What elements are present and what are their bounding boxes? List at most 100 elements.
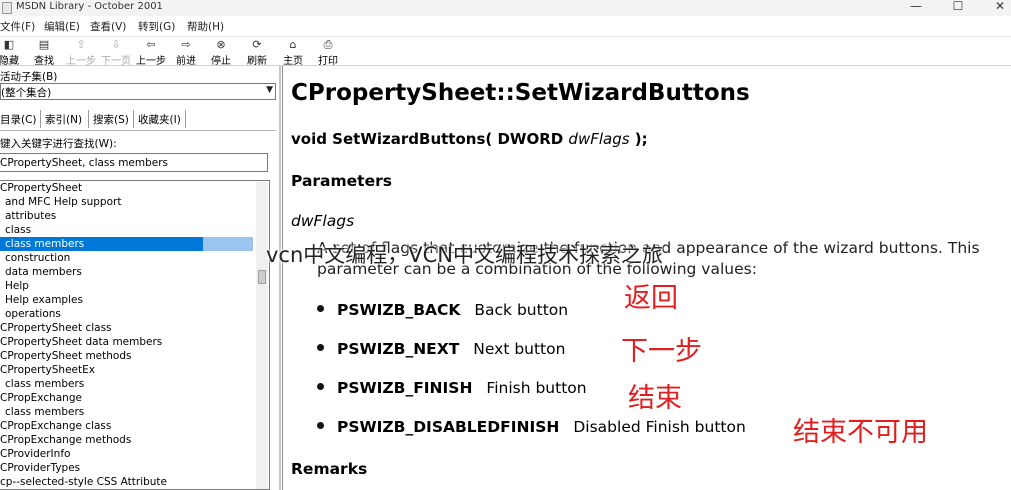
page-title: CPropertySheet::SetWizardButtons (291, 80, 750, 106)
flag-name: PSWIZB_BACK (337, 301, 461, 319)
list-item[interactable]: CPropertySheetEx (0, 363, 269, 377)
keyword-input[interactable] (0, 155, 262, 170)
function-signature: void SetWizardButtons( DWORD dwFlags ); (291, 130, 648, 148)
toolbar: ◧ 隐藏 ▤ 查找 ⇧ 上一步 ⇩ 下一页 ⇦ 上一步 ⇨ 前进 ⊗ 停止 ⟳ … (0, 37, 1011, 68)
list-item[interactable]: operations (0, 307, 269, 321)
annotation-disabled-finish: 结束不可用 (793, 417, 928, 448)
keyword-field (0, 153, 268, 172)
menu-edit[interactable]: 编辑(E) (44, 19, 80, 34)
hide-icon: ◧ (3, 38, 15, 51)
print-button[interactable]: ⎙ 打印 (313, 38, 343, 68)
flag-desc: Finish button (486, 379, 587, 397)
list-item[interactable]: CPropertySheet (0, 181, 269, 195)
keyword-label: 键入关键字进行查找(W): (0, 138, 117, 150)
next-topic-button[interactable]: ⇩ 下一页 (101, 38, 131, 68)
flag-desc: Disabled Finish button (573, 418, 746, 436)
flag-item: PSWIZB_NEXT Next button (317, 340, 565, 358)
forward-icon: ⇨ (181, 38, 191, 51)
parameters-heading: Parameters (291, 172, 392, 190)
watermark-text: vcn中文编程，VCN中文编程技术探索之旅 (266, 243, 664, 267)
tab-search[interactable]: 搜索(S) (91, 111, 131, 128)
flag-item: PSWIZB_BACK Back button (317, 301, 568, 319)
active-subset-label: 活动子集(B) (0, 71, 58, 83)
stop-icon: ⊗ (216, 38, 226, 51)
menu-file[interactable]: 文件(F) (0, 19, 35, 34)
tab-contents[interactable]: 目录(C) (0, 111, 39, 128)
close-button[interactable]: ✕ (990, 0, 1010, 13)
active-subset-value: (整个集合) (1, 87, 52, 99)
list-item[interactable]: Help (0, 279, 269, 293)
tab-separator (185, 110, 186, 128)
navigation-pane: 活动子集(B) (整个集合) ▼ 目录(C) 索引(N) 搜索(S) 收藏夹(I… (0, 66, 278, 490)
list-item[interactable]: CPropertySheet class (0, 321, 269, 335)
title-bar: MSDN Library - October 2001 — ☐ ✕ (0, 0, 1011, 16)
app-icon (2, 2, 12, 14)
annotation-finish: 结束 (628, 383, 682, 414)
list-item[interactable]: CPropExchange class (0, 419, 269, 433)
flag-item: PSWIZB_DISABLEDFINISH Disabled Finish but… (317, 418, 746, 436)
tab-separator (133, 110, 134, 128)
flag-name: PSWIZB_FINISH (337, 379, 473, 397)
flag-item: PSWIZB_FINISH Finish button (317, 379, 587, 397)
list-item[interactable]: class members (0, 405, 269, 419)
list-item[interactable]: CPropertySheet data members (0, 335, 269, 349)
back-icon: ⇦ (146, 38, 156, 51)
bullet-icon (317, 344, 324, 351)
minimize-button[interactable]: — (906, 0, 926, 13)
list-item[interactable]: cp--selected-style CSS Attribute (0, 475, 269, 489)
list-item[interactable]: class (0, 223, 269, 237)
nav-tabs: 目录(C) 索引(N) 搜索(S) 收藏夹(I) (0, 108, 276, 131)
chevron-down-icon[interactable]: ▼ (266, 85, 273, 95)
refresh-icon: ⟳ (252, 38, 262, 51)
list-item[interactable]: and MFC Help support (0, 195, 269, 209)
home-icon: ⌂ (289, 38, 297, 51)
down-arrow-icon: ⇩ (111, 38, 121, 51)
list-item[interactable]: class members (0, 377, 269, 391)
menu-view[interactable]: 查看(V) (90, 19, 126, 34)
flag-name: PSWIZB_NEXT (337, 340, 460, 358)
list-item[interactable]: attributes (0, 209, 269, 223)
list-item[interactable]: CPropExchange methods (0, 433, 269, 447)
stop-button[interactable]: ⊗ 停止 (206, 38, 236, 68)
annotation-back: 返回 (624, 283, 678, 314)
list-item[interactable]: construction (0, 251, 269, 265)
window-title: MSDN Library - October 2001 (16, 1, 163, 12)
list-item[interactable]: data members (0, 265, 269, 279)
list-item[interactable]: class members (0, 237, 269, 251)
remarks-heading: Remarks (291, 460, 368, 478)
tab-favorites[interactable]: 收藏夹(I) (136, 111, 183, 128)
home-button[interactable]: ⌂ 主页 (278, 38, 308, 68)
index-list[interactable]: CPropertySheet and MFC Help support attrib… (0, 180, 270, 490)
annotation-next: 下一步 (621, 336, 702, 367)
menu-help[interactable]: 帮助(H) (187, 19, 224, 34)
back-button[interactable]: ⇦ 上一步 (136, 38, 166, 68)
refresh-button[interactable]: ⟳ 刷新 (242, 38, 272, 68)
menu-goto[interactable]: 转到(G) (138, 19, 175, 34)
parameter-name: dwFlags (291, 212, 355, 230)
prev-topic-button[interactable]: ⇧ 上一步 (66, 38, 96, 68)
flag-desc: Back button (474, 301, 569, 319)
forward-button[interactable]: ⇨ 前进 (171, 38, 201, 68)
hide-button[interactable]: ◧ 隐藏 (0, 38, 24, 68)
list-item[interactable]: CPropertySheet methods (0, 349, 269, 363)
tab-index[interactable]: 索引(N) (43, 111, 85, 128)
list-item[interactable]: CProviderInfo (0, 447, 269, 461)
list-item[interactable]: Help examples (0, 293, 269, 307)
tab-separator (88, 110, 89, 128)
pane-splitter[interactable] (279, 66, 281, 490)
up-arrow-icon: ⇧ (76, 38, 86, 51)
selection-highlight (203, 237, 253, 251)
list-item[interactable]: CProviderTypes (0, 461, 269, 475)
flag-desc: Next button (473, 340, 566, 358)
active-subset-select[interactable]: (整个集合) ▼ (0, 83, 276, 100)
bullet-icon (317, 422, 324, 429)
index-list-scrollbar[interactable] (256, 182, 268, 489)
find-button[interactable]: ▤ 查找 (29, 38, 59, 68)
menu-bar: 文件(F) 编辑(E) 查看(V) 转到(G) 帮助(H) (0, 16, 1011, 37)
flag-name: PSWIZB_DISABLEDFINISH (337, 418, 560, 436)
list-item[interactable]: CPropExchange (0, 391, 269, 405)
scrollbar-thumb[interactable] (258, 270, 266, 284)
maximize-button[interactable]: ☐ (948, 0, 968, 13)
bullet-icon (317, 383, 324, 390)
bullet-icon (317, 305, 324, 312)
